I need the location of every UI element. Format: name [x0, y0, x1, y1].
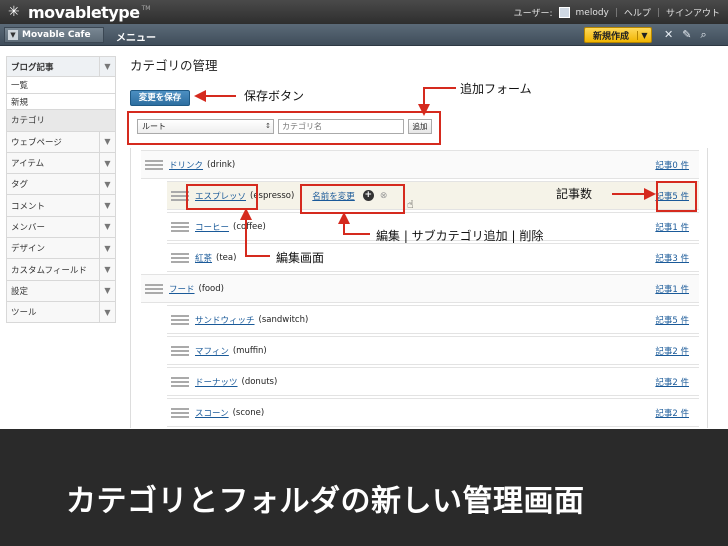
annotation-actions: 編集 | サブカテゴリ追加 | 削除 — [376, 229, 544, 243]
annotation-post-count: 記事数 — [556, 187, 593, 201]
annotation-add-form: 追加フォーム — [460, 82, 532, 96]
slide: ✳ movabletype TM ユーザー: melody | ヘルプ | サイ… — [0, 0, 728, 546]
caption-text: カテゴリとフォルダの新しい管理画面 — [66, 484, 585, 519]
annotation-save-button: 保存ボタン — [244, 89, 305, 103]
annotation-edit-screen: 編集画面 — [276, 251, 325, 265]
